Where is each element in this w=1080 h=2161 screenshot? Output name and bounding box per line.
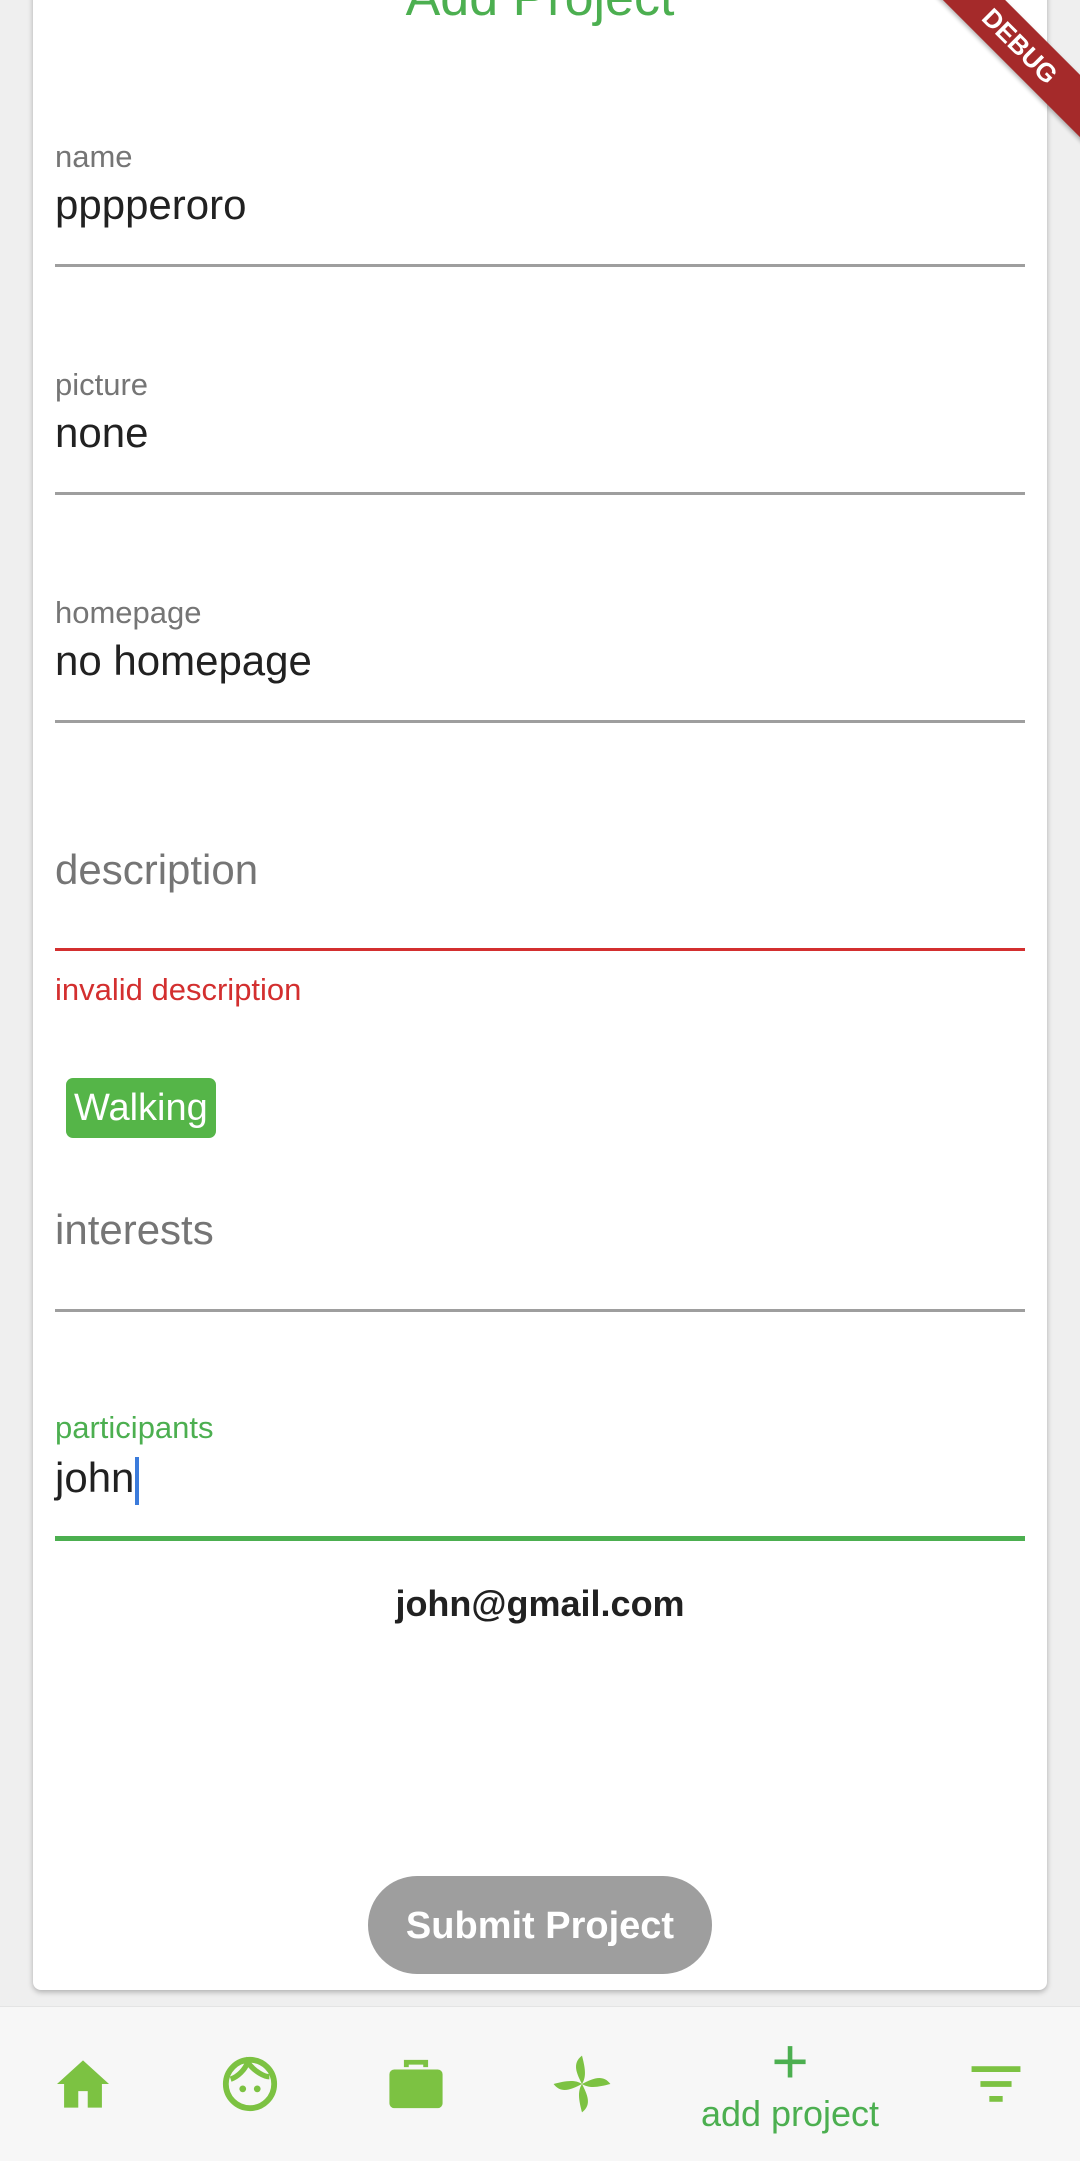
face-icon (222, 2056, 278, 2112)
participants-label: participants (55, 1410, 214, 1445)
participant-suggestion[interactable]: john@gmail.com (0, 1583, 1080, 1625)
nav-home[interactable] (33, 2007, 133, 2161)
nav-filter[interactable] (946, 2007, 1046, 2161)
homepage-value[interactable]: no homepage (55, 637, 312, 685)
participants-value: john (55, 1454, 135, 1501)
homepage-underline (55, 720, 1025, 723)
briefcase-icon (389, 2059, 443, 2109)
description-underline (55, 948, 1025, 951)
pinwheel-icon (553, 2055, 611, 2113)
name-field[interactable]: name pppperoro (55, 135, 1025, 270)
description-field[interactable]: description (55, 820, 1025, 955)
filter-icon (971, 2066, 1021, 2102)
name-label: name (55, 139, 133, 174)
homepage-label: homepage (55, 595, 202, 630)
homepage-field[interactable]: homepage no homepage (55, 591, 1025, 726)
submit-project-button[interactable]: Submit Project (368, 1876, 712, 1974)
nav-add-project[interactable]: + add project (680, 2007, 900, 2161)
name-value[interactable]: pppperoro (55, 181, 246, 229)
text-cursor (135, 1456, 140, 1505)
participants-underline (55, 1536, 1025, 1541)
plus-icon: + (771, 2025, 809, 2097)
picture-value[interactable]: none (55, 409, 148, 457)
interests-underline (55, 1309, 1025, 1312)
nav-profile[interactable] (200, 2007, 300, 2161)
description-error: invalid description (55, 972, 302, 1007)
home-icon (57, 2060, 109, 2108)
page-title: Add Project (0, 0, 1080, 26)
name-underline (55, 264, 1025, 267)
interest-chip[interactable]: Walking (66, 1078, 216, 1138)
nav-add-project-label: add project (700, 2093, 880, 2134)
picture-label: picture (55, 367, 149, 402)
picture-field[interactable]: picture none (55, 363, 1025, 498)
nav-explore[interactable] (532, 2007, 632, 2161)
nav-projects[interactable] (366, 2007, 466, 2161)
participants-field[interactable]: participants john (55, 1404, 1025, 1544)
bottom-nav: + add project (0, 2006, 1080, 2161)
interests-field[interactable]: interests (55, 1180, 1025, 1315)
interests-placeholder[interactable]: interests (55, 1206, 214, 1254)
participants-input[interactable]: john (55, 1454, 140, 1505)
picture-underline (55, 492, 1025, 495)
description-placeholder[interactable]: description (55, 846, 258, 894)
